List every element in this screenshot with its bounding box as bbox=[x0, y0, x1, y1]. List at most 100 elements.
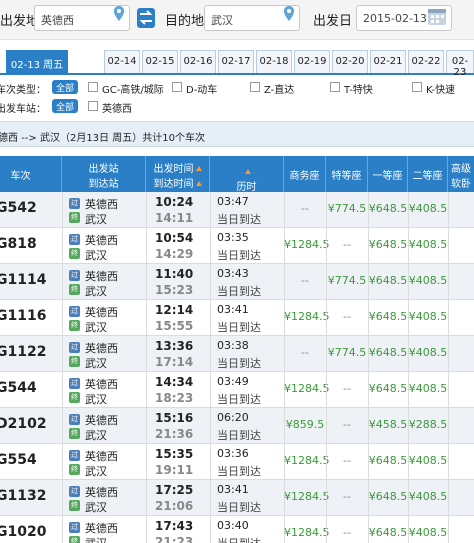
table-row[interactable]: G544 过终英德西 武汉 14:34 18:23 03:49 当日到达 ¥1284.5 -- ¥… bbox=[0, 372, 474, 408]
filter-option-label[interactable]: 英德西 bbox=[102, 100, 132, 115]
filter-option-label[interactable]: D-动车 bbox=[186, 81, 217, 96]
filter-option-label[interactable]: Z-直达 bbox=[264, 81, 294, 96]
train-number[interactable]: G1132 bbox=[0, 488, 58, 504]
table-row[interactable]: G1020 过终英德西武汉 17:43 21:23 03:40 当日到达 ¥1284.5--… bbox=[0, 516, 474, 543]
second-class-price[interactable]: ¥408.5 bbox=[408, 382, 448, 395]
sort-asc-icon[interactable] bbox=[244, 169, 251, 174]
table-row[interactable]: G1132 过终英德西 武汉 17:25 21:06 03:41 当日到达 ¥1284.5 --… bbox=[0, 480, 474, 516]
business-seat-price[interactable]: ¥1284.5 bbox=[284, 490, 330, 503]
checkbox[interactable] bbox=[250, 82, 260, 92]
business-seat-price[interactable]: ¥1284.5 bbox=[284, 454, 330, 467]
filter-option-label[interactable]: T-特快 bbox=[344, 81, 373, 96]
train-number[interactable]: D2102 bbox=[0, 416, 58, 432]
departure-station-all-button[interactable]: 全部 bbox=[52, 99, 78, 113]
summary-text: 英德西 --> 武汉（2月13日 周五）共计10个车次 bbox=[0, 133, 205, 144]
train-number[interactable]: G818 bbox=[0, 236, 58, 252]
location-pin-icon[interactable] bbox=[112, 5, 126, 22]
first-class-price[interactable]: ¥648.5 bbox=[368, 274, 408, 287]
column-divider bbox=[448, 264, 449, 300]
special-seat-price[interactable]: ¥774.5 bbox=[326, 274, 368, 287]
special-seat-price[interactable]: -- bbox=[326, 418, 368, 431]
business-seat-price[interactable]: ¥1284.5 bbox=[284, 310, 330, 323]
train-number[interactable]: G1020 bbox=[0, 524, 58, 540]
time-column-header[interactable]: 出发时间 到达时间 bbox=[146, 156, 210, 192]
checkbox[interactable] bbox=[412, 82, 422, 92]
sort-asc-icon[interactable] bbox=[195, 181, 202, 186]
date-tab[interactable]: 02-14 bbox=[104, 50, 140, 73]
train-number[interactable]: G1114 bbox=[0, 272, 58, 288]
date-tab[interactable]: 02-20 bbox=[332, 50, 368, 73]
second-class-price[interactable]: ¥408.5 bbox=[408, 346, 448, 359]
special-seat-price[interactable]: -- bbox=[326, 310, 368, 323]
first-class-price[interactable]: ¥648.5 bbox=[368, 202, 408, 215]
second-class-price[interactable]: ¥408.5 bbox=[408, 274, 448, 287]
date-tab[interactable]: 02-16 bbox=[180, 50, 216, 73]
special-seat-price[interactable]: ¥774.5 bbox=[326, 202, 368, 215]
table-row[interactable]: G542 过终英德西 武汉 10:24 14:11 03:47 当日到达 -- ¥774.5 ¥6… bbox=[0, 192, 474, 228]
station-column-header[interactable]: 出发站 到达站 bbox=[62, 156, 146, 192]
business-seat-price[interactable]: ¥1284.5 bbox=[284, 526, 330, 539]
business-seat-price[interactable]: ¥1284.5 bbox=[284, 238, 330, 251]
special-seat-price[interactable]: -- bbox=[326, 526, 368, 539]
train-column-header[interactable]: 车次 bbox=[0, 156, 62, 192]
calendar-icon[interactable] bbox=[427, 6, 447, 26]
business-seat-price[interactable]: -- bbox=[284, 346, 326, 359]
first-class-price[interactable]: ¥648.5 bbox=[368, 310, 408, 323]
checkbox[interactable] bbox=[88, 101, 98, 111]
second-class-price[interactable]: ¥408.5 bbox=[408, 202, 448, 215]
table-row[interactable]: G554 过终英德西 武汉 15:35 19:11 03:36 当日到达 ¥1284.5 -- ¥… bbox=[0, 444, 474, 480]
business-seat-price[interactable]: -- bbox=[284, 202, 326, 215]
filter-option-label[interactable]: GC-高铁/城际 bbox=[102, 81, 164, 96]
table-row[interactable]: G1122 过终英德西 武汉 13:36 17:14 03:38 当日到达 -- ¥774.5 ¥… bbox=[0, 336, 474, 372]
second-class-price[interactable]: ¥408.5 bbox=[408, 310, 448, 323]
train-number[interactable]: G544 bbox=[0, 380, 58, 396]
table-row[interactable]: G818 过终英德西 武汉 10:54 14:29 03:35 当日到达 ¥1284.5 -- ¥… bbox=[0, 228, 474, 264]
special-seat-price[interactable]: -- bbox=[326, 238, 368, 251]
second-class-price[interactable]: ¥408.5 bbox=[408, 454, 448, 467]
first-class-price[interactable]: ¥648.5 bbox=[368, 526, 408, 539]
arrival-day: 当日到达 bbox=[217, 429, 261, 442]
checkbox[interactable] bbox=[172, 82, 182, 92]
second-class-price[interactable]: ¥408.5 bbox=[408, 526, 448, 539]
train-type-all-button[interactable]: 全部 bbox=[52, 80, 78, 94]
special-seat-price[interactable]: -- bbox=[326, 454, 368, 467]
date-tab[interactable]: 02-22 bbox=[408, 50, 444, 73]
first-class-price[interactable]: ¥648.5 bbox=[368, 346, 408, 359]
table-row[interactable]: G1116 过终英德西 武汉 12:14 15:55 03:41 当日到达 ¥1284.5 --… bbox=[0, 300, 474, 336]
sort-asc-icon[interactable] bbox=[195, 166, 202, 171]
train-number[interactable]: G542 bbox=[0, 200, 58, 216]
table-row[interactable]: G1114 过终英德西 武汉 11:40 15:23 03:43 当日到达 -- ¥774.5 ¥… bbox=[0, 264, 474, 300]
train-number[interactable]: G1116 bbox=[0, 308, 58, 324]
second-class-price[interactable]: ¥288.5 bbox=[408, 418, 448, 431]
first-class-price[interactable]: ¥458.5 bbox=[368, 418, 408, 431]
first-class-price[interactable]: ¥648.5 bbox=[368, 238, 408, 251]
first-class-price[interactable]: ¥648.5 bbox=[368, 490, 408, 503]
checkbox[interactable] bbox=[330, 82, 340, 92]
date-tab[interactable]: 02-21 bbox=[370, 50, 406, 73]
special-seat-price[interactable]: ¥774.5 bbox=[326, 346, 368, 359]
special-seat-price[interactable]: -- bbox=[326, 382, 368, 395]
special-seat-price[interactable]: -- bbox=[326, 490, 368, 503]
business-seat-price[interactable]: ¥859.5 bbox=[284, 418, 326, 431]
date-tab[interactable]: 02-18 bbox=[256, 50, 292, 73]
duration-column-header[interactable]: 历时 bbox=[210, 156, 284, 193]
location-pin-icon[interactable] bbox=[282, 5, 296, 22]
filter-option-label[interactable]: K-快速 bbox=[426, 81, 455, 96]
date-tab[interactable]: 02-17 bbox=[218, 50, 254, 73]
first-class-price[interactable]: ¥648.5 bbox=[368, 454, 408, 467]
business-seat-price[interactable]: ¥1284.5 bbox=[284, 382, 330, 395]
date-tab[interactable]: 02-15 bbox=[142, 50, 178, 73]
departure-station: 英德西 bbox=[85, 198, 118, 211]
date-tab[interactable]: 02-19 bbox=[294, 50, 330, 73]
table-row[interactable]: D2102 过终英德西 武汉 15:16 21:36 06:20 当日到达 ¥859.5 -- ¥… bbox=[0, 408, 474, 444]
first-class-price[interactable]: ¥648.5 bbox=[368, 382, 408, 395]
checkbox[interactable] bbox=[88, 82, 98, 92]
second-class-price[interactable]: ¥408.5 bbox=[408, 490, 448, 503]
train-number[interactable]: G554 bbox=[0, 452, 58, 468]
business-seat-price[interactable]: -- bbox=[284, 274, 326, 287]
train-number[interactable]: G1122 bbox=[0, 344, 58, 360]
date-tab[interactable]: 02-23 bbox=[446, 50, 474, 78]
second-class-price[interactable]: ¥408.5 bbox=[408, 238, 448, 251]
swap-stations-icon[interactable] bbox=[137, 8, 155, 28]
date-tab-active[interactable]: 02-13 周五 bbox=[6, 50, 68, 73]
